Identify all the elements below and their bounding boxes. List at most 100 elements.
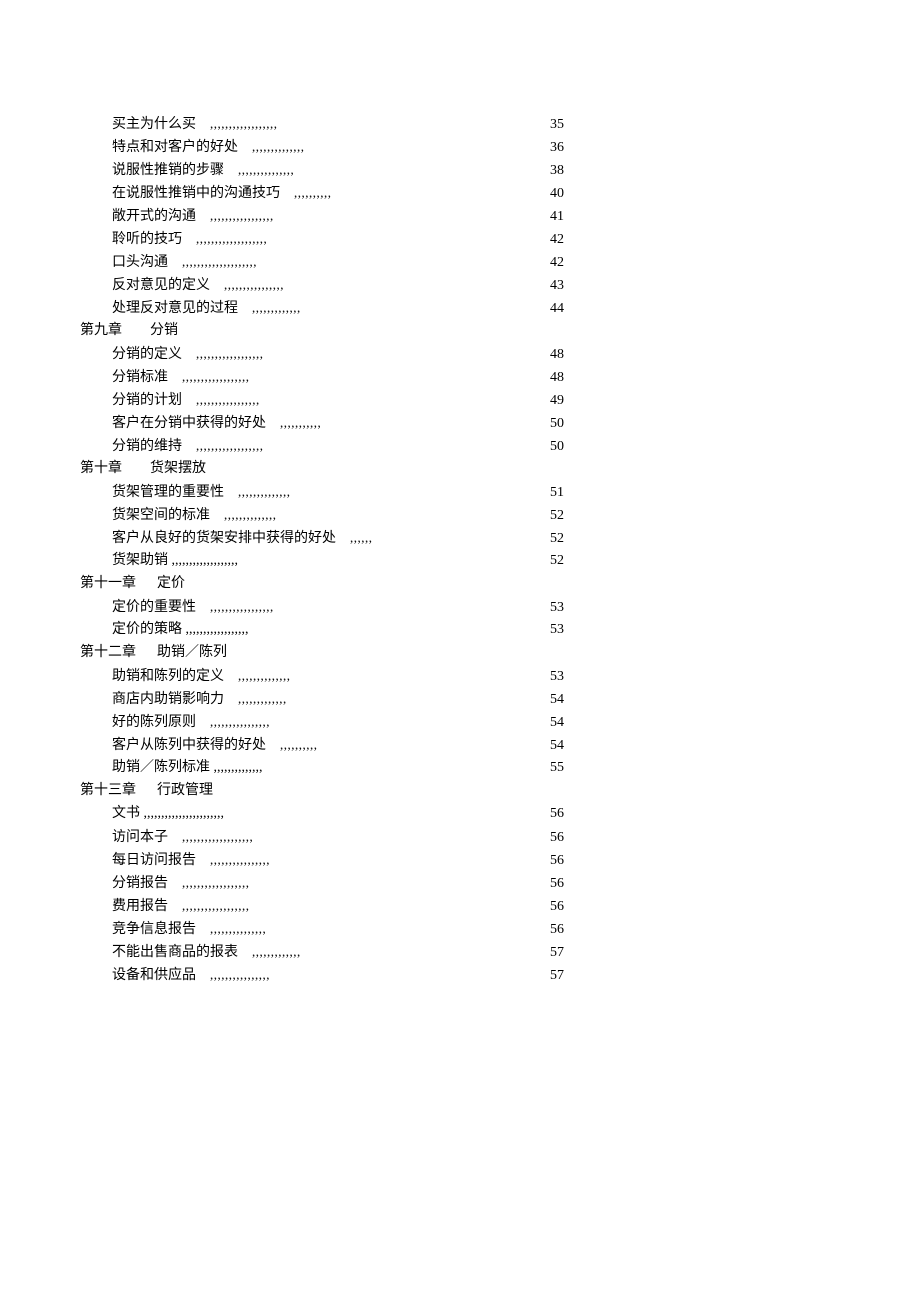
toc-chapter-heading: 第十一章 定价: [80, 572, 590, 595]
entry-page-number: 53: [550, 618, 590, 641]
chapter-title: 第十二章 助销／陈列: [80, 641, 227, 664]
entry-title: 费用报告: [112, 895, 168, 918]
toc-container: 买主为什么买,,,,,,,,,,,,,,,,,,35特点和对客户的好处,,,,,…: [80, 112, 590, 986]
entry-page-number: 56: [550, 849, 590, 872]
toc-chapter-heading: 第十二章 助销／陈列: [80, 641, 590, 664]
toc-entry: 不能出售商品的报表,,,,,,,,,,,,,57: [80, 940, 590, 963]
toc-entry: 聆听的技巧,,,,,,,,,,,,,,,,,,, 42: [80, 227, 590, 250]
entry-leader: ,,,,,,,,,,,,,,,,,,,: [182, 825, 253, 848]
toc-entry: 货架空间的标准,,,,,,,,,,,,,,52: [80, 503, 590, 526]
entry-page-number: 56: [550, 918, 590, 941]
entry-page-number: 42: [550, 228, 590, 251]
entry-title: 定价的重要性: [112, 596, 196, 619]
entry-leader: ,,,,,,,,,,,,,,: [238, 664, 291, 687]
entry-title: 客户从良好的货架安排中获得的好处: [112, 527, 336, 550]
toc-entry: 竞争信息报告,,,,,,,,,,,,,,, 56: [80, 917, 590, 940]
toc-entry: 定价的策略 ,,,,,,,,,,,,,,,,,, 53: [80, 618, 590, 641]
entry-title: 文书 ,,,,,,,,,,,,,,,,,,,,,,,: [112, 802, 224, 825]
entry-leader: ,,,,,,,,,,,,,,,,,,: [182, 365, 250, 388]
toc-entry: 分销的计划,,,,,,,,,,,,,,,,,49: [80, 388, 590, 411]
toc-entry: 商店内助销影响力,,,,,,,,,,,,, 54: [80, 687, 590, 710]
entry-title: 聆听的技巧: [112, 228, 182, 251]
entry-leader: ,,,,,,,,,,,,,,,: [238, 158, 294, 181]
entry-title: 货架空间的标准: [112, 504, 210, 527]
entry-title: 买主为什么买: [112, 113, 196, 136]
entry-leader: ,,,,,,,,,,,,,,,,: [210, 848, 270, 871]
entry-title: 货架管理的重要性: [112, 481, 224, 504]
entry-page-number: 51: [550, 481, 590, 504]
entry-leader: ,,,,,,,,,,,,,,,,,,: [196, 434, 264, 457]
entry-leader: ,,,,,,,,,,,,,,: [224, 503, 277, 526]
entry-title: 说服性推销的步骤: [112, 159, 224, 182]
entry-leader: ,,,,,,,,,,,,,,,,: [210, 710, 270, 733]
toc-entry: 访问本子,,,,,,,,,,,,,,,,,,,56: [80, 825, 590, 848]
entry-title: 定价的策略 ,,,,,,,,,,,,,,,,,,: [112, 618, 249, 641]
entry-page-number: 50: [550, 412, 590, 435]
toc-entry: 定价的重要性,,,,,,,,,,,,,,,,, 53: [80, 595, 590, 618]
entry-page-number: 38: [550, 159, 590, 182]
entry-page-number: 55: [550, 756, 590, 779]
entry-page-number: 57: [550, 964, 590, 987]
entry-leader: ,,,,,,,,,,,,,,,,,,: [182, 894, 250, 917]
entry-leader: ,,,,,,: [350, 526, 373, 549]
entry-title: 每日访问报告: [112, 849, 196, 872]
entry-leader: ,,,,,,,,,,,,,,,,,,: [210, 112, 278, 135]
toc-entry: 分销报告,,,,,,,,,,,,,,,,,,56: [80, 871, 590, 894]
chapter-title: 第十一章 定价: [80, 572, 185, 595]
entry-page-number: 42: [550, 251, 590, 274]
entry-title: 访问本子: [112, 826, 168, 849]
entry-title: 分销的维持: [112, 435, 182, 458]
entry-title: 反对意见的定义: [112, 274, 210, 297]
entry-leader: ,,,,,,,,,,,,,: [238, 687, 287, 710]
entry-page-number: 53: [550, 596, 590, 619]
toc-entry: 敞开式的沟通,,,,,,,,,,,,,,,,,41: [80, 204, 590, 227]
entry-page-number: 56: [550, 895, 590, 918]
entry-title: 客户在分销中获得的好处: [112, 412, 266, 435]
entry-leader: ,,,,,,,,,,,,,,,,,,,,: [182, 250, 257, 273]
entry-page-number: 49: [550, 389, 590, 412]
toc-entry: 买主为什么买,,,,,,,,,,,,,,,,,,35: [80, 112, 590, 135]
toc-entry: 每日访问报告,,,,,,,,,,,,,,,, 56: [80, 848, 590, 871]
entry-leader: ,,,,,,,,,,,,,,,: [210, 917, 266, 940]
entry-page-number: 52: [550, 527, 590, 550]
entry-title: 助销／陈列标准 ,,,,,,,,,,,,,,: [112, 756, 263, 779]
entry-leader: ,,,,,,,,,,: [280, 733, 318, 756]
entry-leader: ,,,,,,,,,,,,,,,,,: [210, 595, 274, 618]
toc-entry: 好的陈列原则,,,,,,,,,,,,,,,,54: [80, 710, 590, 733]
toc-entry: 特点和对客户的好处,,,,,,,,,,,,,,36: [80, 135, 590, 158]
entry-title: 设备和供应品: [112, 964, 196, 987]
toc-chapter-heading: 第九章 分销: [80, 319, 590, 342]
entry-title: 货架助销 ,,,,,,,,,,,,,,,,,,,: [112, 549, 238, 572]
entry-title: 敞开式的沟通: [112, 205, 196, 228]
entry-title: 商店内助销影响力: [112, 688, 224, 711]
entry-leader: ,,,,,,,,,,,,,,,,: [210, 963, 270, 986]
entry-page-number: 54: [550, 734, 590, 757]
entry-page-number: 44: [550, 297, 590, 320]
entry-page-number: 54: [550, 711, 590, 734]
entry-page-number: 48: [550, 366, 590, 389]
entry-page-number: 56: [550, 802, 590, 825]
entry-title: 口头沟通: [112, 251, 168, 274]
entry-title: 分销报告: [112, 872, 168, 895]
entry-title: 竞争信息报告: [112, 918, 196, 941]
toc-entry: 货架管理的重要性,,,,,,,,,,,,,, 51: [80, 480, 590, 503]
entry-title: 在说服性推销中的沟通技巧: [112, 182, 280, 205]
entry-page-number: 52: [550, 549, 590, 572]
toc-entry: 设备和供应品,,,,,,,,,,,,,,,, 57: [80, 963, 590, 986]
toc-entry: 分销的维持,,,,,,,,,,,,,,,,,,50: [80, 434, 590, 457]
entry-title: 助销和陈列的定义: [112, 665, 224, 688]
entry-leader: ,,,,,,,,,,,: [280, 411, 321, 434]
entry-title: 客户从陈列中获得的好处: [112, 734, 266, 757]
entry-leader: ,,,,,,,,,,: [294, 181, 332, 204]
entry-title: 处理反对意见的过程: [112, 297, 238, 320]
toc-entry: 说服性推销的步骤,,,,,,,,,,,,,,, 38: [80, 158, 590, 181]
entry-leader: ,,,,,,,,,,,,,,: [238, 480, 291, 503]
entry-page-number: 54: [550, 688, 590, 711]
entry-leader: ,,,,,,,,,,,,,: [252, 940, 301, 963]
toc-entry: 分销标准,,,,,,,,,,,,,,,,,,48: [80, 365, 590, 388]
entry-leader: ,,,,,,,,,,,,,,,,: [224, 273, 284, 296]
entry-leader: ,,,,,,,,,,,,,,,,,,,: [196, 227, 267, 250]
chapter-title: 第十章 货架摆放: [80, 457, 206, 480]
chapter-title: 第十三章 行政管理: [80, 779, 213, 802]
entry-page-number: 56: [550, 872, 590, 895]
